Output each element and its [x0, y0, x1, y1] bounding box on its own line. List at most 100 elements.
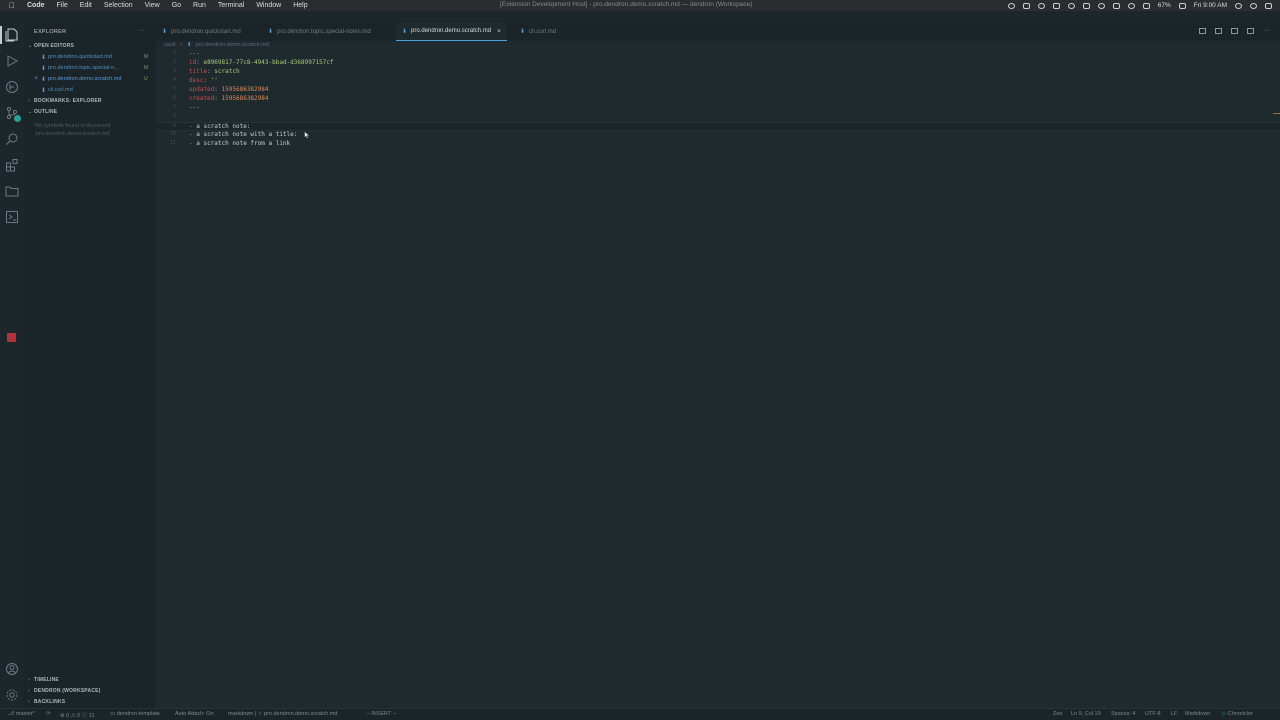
status-icon[interactable] — [1022, 2, 1030, 9]
open-editor-item[interactable]: × ⬇ pro.dendron.demo.scratch.md U — [24, 74, 156, 84]
line-number: 11 — [169, 140, 176, 146]
editor-line[interactable]: 10 - a scratch note with a title: — [156, 131, 1280, 140]
language-crumb[interactable]: markdown | ✓ pro.dendron.demo.scratch.md — [228, 711, 337, 717]
run-debug-icon[interactable] — [5, 54, 19, 68]
source-control-icon[interactable] — [5, 106, 21, 122]
encoding-setting[interactable]: UTF-8 — [1145, 711, 1161, 717]
search-icon[interactable] — [5, 132, 19, 146]
problems-indicator[interactable]: ⊗ 0 ⚠ 0 ⓘ 11 — [60, 711, 95, 719]
editor-line[interactable]: 1 --- — [156, 50, 1280, 59]
editor-line[interactable]: 8 — [156, 113, 1280, 122]
menu-edit[interactable]: Edit — [80, 2, 92, 9]
dendron-workspace-header[interactable]: › DENDRON (WORKSPACE) — [28, 688, 100, 694]
siri-icon[interactable] — [1250, 2, 1257, 9]
more-actions-icon[interactable]: ··· — [1263, 27, 1270, 34]
close-icon[interactable]: × — [24, 76, 38, 82]
bookmarks-header[interactable]: › BOOKMARKS: EXPLORER — [28, 98, 102, 104]
markdown-file-icon: ⬇ — [402, 28, 408, 35]
editor-line[interactable]: 2 id: e8969817-77c8-4943-bbad-d368997157c… — [156, 59, 1280, 68]
frontmatter-fence: --- — [189, 50, 200, 57]
status-icon[interactable] — [1097, 2, 1105, 9]
status-icon[interactable] — [1082, 2, 1090, 9]
line-code: - a scratch note: — [189, 123, 250, 130]
gear-icon[interactable] — [5, 688, 19, 702]
menu-go[interactable]: Go — [172, 2, 181, 9]
account-icon[interactable] — [5, 662, 19, 676]
tab-cli-curl[interactable]: ⬇ cli.curl.md — [520, 22, 556, 41]
menu-run[interactable]: Run — [193, 2, 206, 9]
status-icon[interactable] — [1052, 2, 1060, 9]
breadcrumb-file[interactable]: pro.dendron.demo.scratch.md — [195, 42, 268, 48]
apple-icon[interactable]:  — [9, 1, 19, 10]
backlinks-header[interactable]: › BACKLINKS — [28, 699, 65, 705]
bullet-text: a scratch note with a title: — [196, 131, 298, 138]
open-editors-header[interactable]: ⌄ OPEN EDITORS — [28, 43, 74, 49]
status-icon[interactable] — [1067, 2, 1075, 9]
open-preview-icon[interactable] — [1199, 28, 1206, 34]
line-number: 8 — [172, 113, 176, 119]
volume-icon[interactable] — [1142, 2, 1150, 9]
eol-setting[interactable]: LF — [1171, 711, 1177, 717]
menu-window[interactable]: Window — [256, 2, 281, 9]
status-icon[interactable] — [1007, 2, 1015, 9]
extensions-icon[interactable] — [5, 158, 19, 172]
timeline-header[interactable]: › TIMELINE — [28, 677, 59, 683]
menu-code[interactable]: Code — [27, 2, 45, 9]
editor-line[interactable]: 9 - a scratch note: — [156, 122, 1280, 131]
editor-line[interactable]: 3 title: scratch — [156, 68, 1280, 77]
tab-special-notes[interactable]: ⬇ pro.dendron.topic.special-notes.md — [268, 22, 371, 41]
yaml-colon: : — [214, 86, 222, 93]
menu-selection[interactable]: Selection — [104, 2, 133, 9]
editor-line[interactable]: 11 - a scratch note from a link — [156, 140, 1280, 149]
open-editor-item[interactable]: ⬇ pro.dendron.topic.special-n... M — [24, 63, 156, 73]
wifi-icon[interactable] — [1127, 2, 1135, 9]
branch-indicator[interactable]: ⎇ master* — [8, 711, 35, 717]
language-mode[interactable]: Markdown — [1185, 711, 1210, 717]
breadcrumb-vault[interactable]: vault — [164, 42, 176, 48]
menu-terminal[interactable]: Terminal — [218, 2, 244, 9]
open-editor-item[interactable]: ⬇ cli.curl.md — [24, 85, 156, 95]
git-icon[interactable] — [5, 80, 19, 94]
outline-header[interactable]: ⌄ OUTLINE — [28, 109, 57, 115]
more-actions-icon[interactable]: ··· — [138, 27, 145, 34]
battery-icon[interactable] — [1178, 2, 1186, 9]
breadcrumb: vault > ⬇ pro.dendron.demo.scratch.md — [164, 42, 269, 48]
changes-badge — [14, 115, 21, 122]
compare-changes-icon[interactable] — [1215, 28, 1222, 34]
menu-list-icon[interactable] — [1265, 2, 1272, 9]
open-changes-icon[interactable] — [1231, 28, 1238, 34]
files-icon[interactable] — [0, 26, 19, 44]
open-editor-item[interactable]: ⬇ pro.dendron.quickstart.md M — [24, 52, 156, 62]
editor-line[interactable]: 7 --- — [156, 104, 1280, 113]
title-bar — [0, 11, 1280, 22]
editor-line[interactable]: 6 created: 1595686382984 — [156, 95, 1280, 104]
chronicler-button[interactable]: ▷ Chronicler — [1222, 711, 1253, 717]
menu-view[interactable]: View — [145, 2, 160, 9]
code-editor[interactable]: 1 --- 2 id: e8969817-77c8-4943-bbad-d368997… — [156, 50, 1280, 707]
auto-attach-indicator[interactable]: Auto Attach: On — [175, 711, 214, 717]
stop-icon[interactable] — [7, 333, 16, 342]
split-editor-icon[interactable] — [1247, 28, 1254, 34]
cursor-position[interactable]: Ln 9, Col 19 — [1071, 711, 1101, 717]
tab-scratch[interactable]: ⬇ pro.dendron.demo.scratch.md × — [396, 22, 507, 41]
search-icon[interactable] — [1235, 2, 1242, 9]
folder-icon[interactable] — [5, 184, 19, 198]
markdown-file-icon: ⬇ — [520, 29, 526, 35]
sync-icon[interactable]: ⟳ — [46, 711, 51, 717]
menu-file[interactable]: File — [57, 2, 68, 9]
indentation-setting[interactable]: Spaces: 4 — [1111, 711, 1135, 717]
markdown-file-icon: ⬇ — [41, 54, 47, 61]
zen-mode-button[interactable]: Zen — [1053, 711, 1062, 717]
status-icon[interactable] — [1112, 2, 1120, 9]
menubar-clock[interactable]: Fri 9:00 AM — [1194, 2, 1227, 9]
battery-percent[interactable]: 67% — [1158, 2, 1171, 9]
remote-icon[interactable] — [5, 210, 19, 224]
status-icon[interactable] — [1037, 2, 1045, 9]
tab-quickstart[interactable]: ⬇ pro.dendron.quickstart.md — [162, 22, 241, 41]
folder-indicator[interactable]: ▭ dendron-template — [110, 711, 160, 717]
editor-line[interactable]: 4 desc: '' — [156, 77, 1280, 86]
line-code: --- — [189, 50, 200, 57]
menu-help[interactable]: Help — [293, 2, 307, 9]
close-icon[interactable]: × — [497, 28, 501, 35]
editor-line[interactable]: 5 updated: 1595686382984 — [156, 86, 1280, 95]
